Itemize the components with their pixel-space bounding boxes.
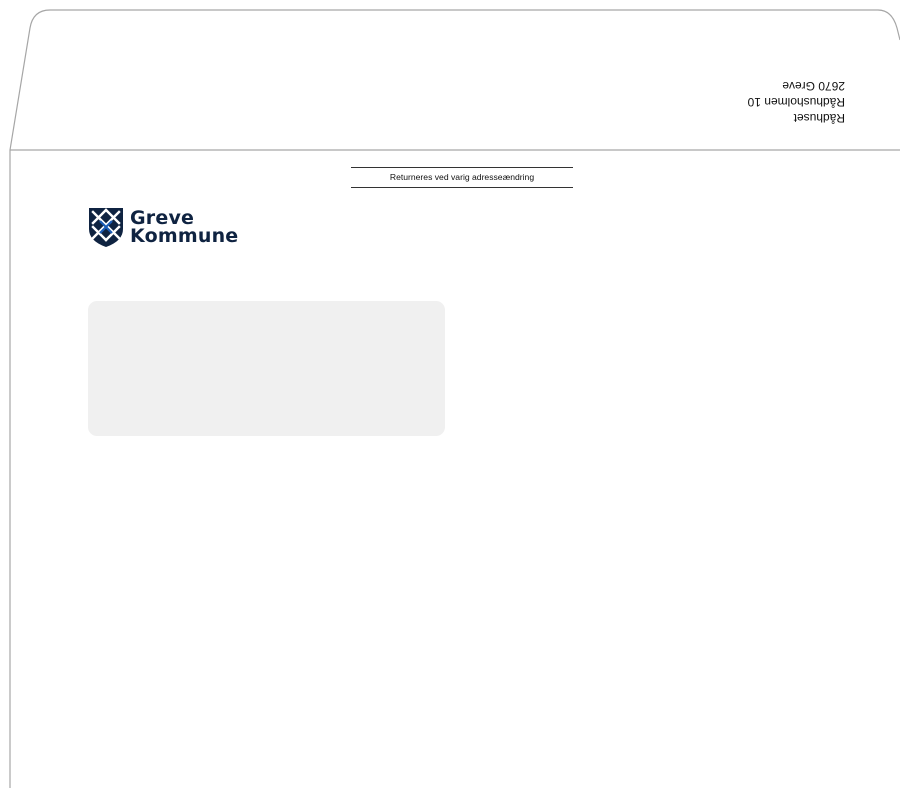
greve-shield-icon — [89, 207, 123, 247]
recipient-address-window — [88, 301, 445, 436]
return-notice: Returneres ved varig adresseændring — [351, 167, 573, 188]
sender-line-2: Rådhusholmen 10 — [747, 95, 845, 109]
sender-line-3: 2670 Greve — [782, 79, 845, 93]
logo-line-2: Kommune — [130, 225, 239, 247]
envelope-page: Rådhuset Rådhusholmen 10 2670 Greve Retu… — [0, 0, 900, 788]
sender-address-upside-down: Rådhuset Rådhusholmen 10 2670 Greve — [700, 78, 845, 126]
greve-kommune-logo: Greve Kommune — [88, 205, 238, 249]
sender-line-1: Rådhuset — [793, 111, 845, 125]
logo-wordmark: Greve Kommune — [130, 209, 239, 247]
